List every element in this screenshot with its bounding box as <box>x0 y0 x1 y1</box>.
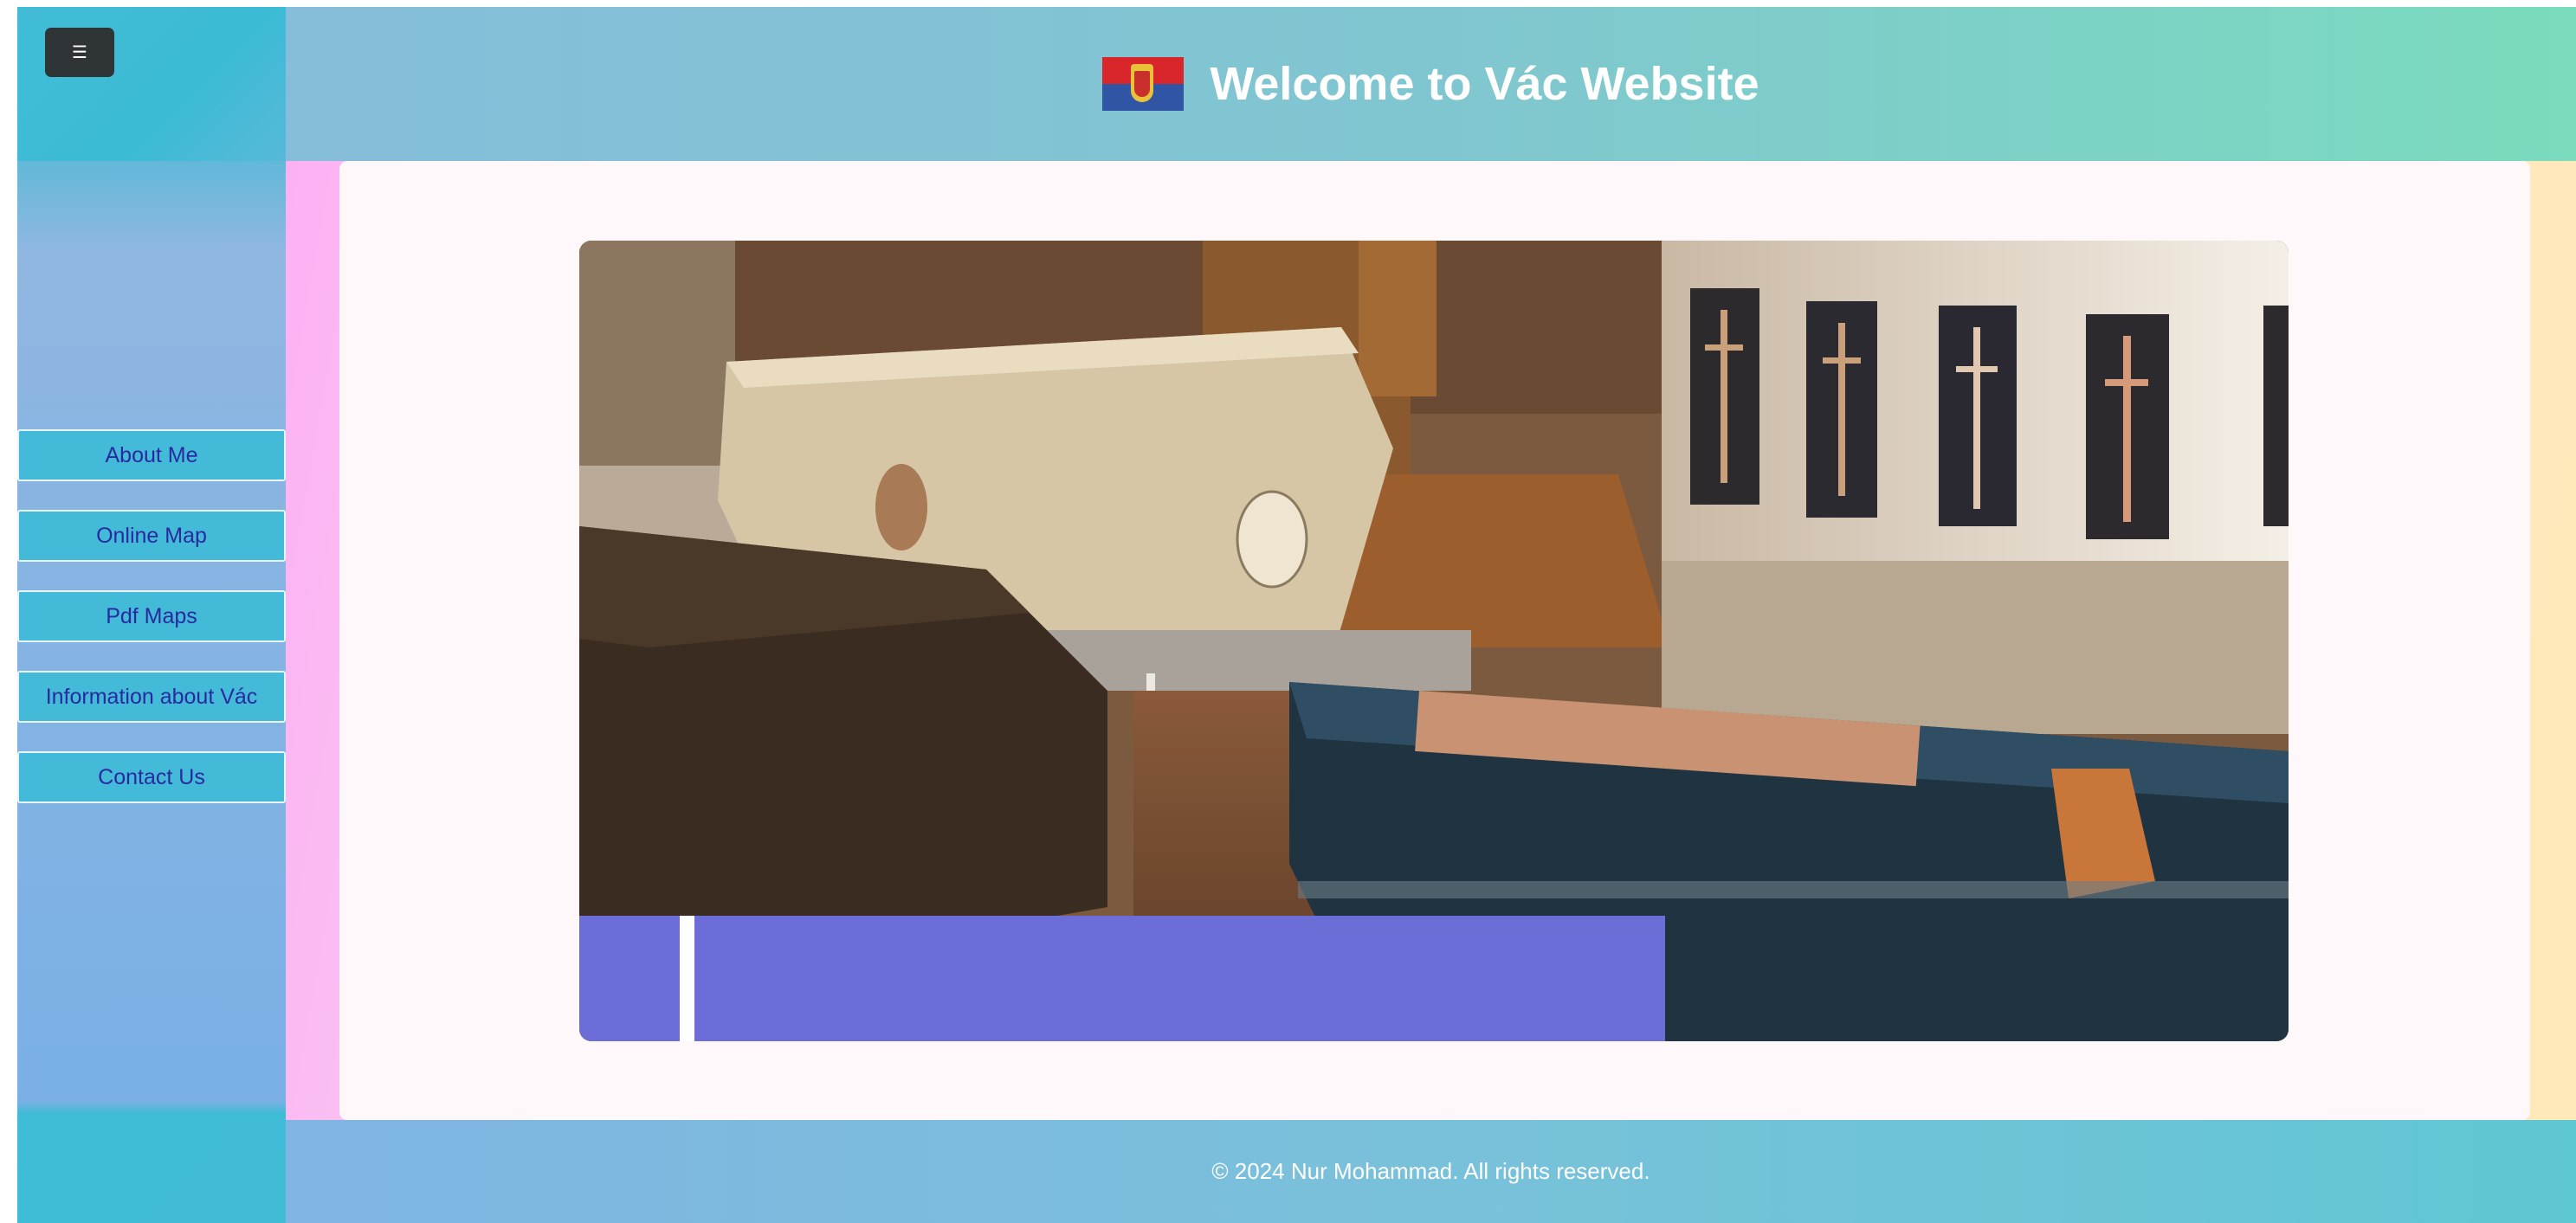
main-content <box>339 161 2530 1120</box>
nav-pdf-maps-button[interactable]: Pdf Maps <box>17 590 286 642</box>
site-header: Welcome to Vác Website <box>286 7 2576 161</box>
hamburger-icon: ☰ <box>72 42 87 62</box>
caption-cursor <box>680 916 694 1041</box>
nav-about-me-button[interactable]: About Me <box>17 429 286 481</box>
menu-toggle-button[interactable]: ☰ <box>45 28 114 77</box>
page-title: Welcome to Vác Website <box>1210 58 1759 110</box>
site-footer: © 2024 Nur Mohammad. All rights reserved… <box>286 1120 2576 1223</box>
sidebar-nav: About Me Online Map Pdf Maps Information… <box>17 429 286 832</box>
copyright-text: © 2024 Nur Mohammad. All rights reserved… <box>1211 1158 1650 1184</box>
nav-contact-us-button[interactable]: Contact Us <box>17 751 286 803</box>
sidebar: ☰ About Me Online Map Pdf Maps Informati… <box>17 7 286 1223</box>
nav-online-map-button[interactable]: Online Map <box>17 510 286 562</box>
nav-information-about-vac-button[interactable]: Information about Vác <box>17 671 286 723</box>
vac-flag-icon <box>1102 57 1185 111</box>
page: ☰ About Me Online Map Pdf Maps Informati… <box>17 7 2576 1223</box>
slide-caption-bar <box>579 916 1665 1041</box>
image-slideshow[interactable] <box>579 241 2289 1041</box>
